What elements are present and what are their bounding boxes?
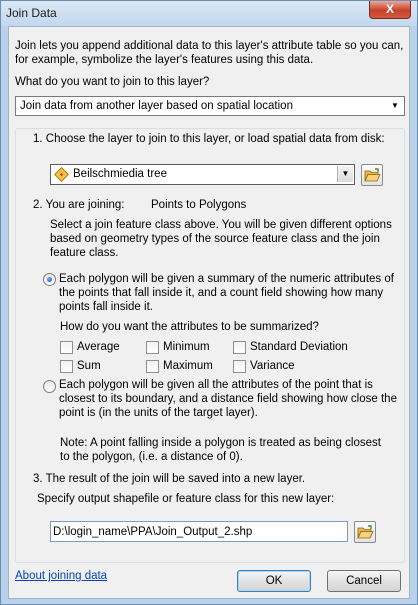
output-path-input[interactable] <box>53 524 345 539</box>
close-button[interactable]: X <box>369 1 411 19</box>
intro-text: Join lets you append additional data to … <box>15 40 404 66</box>
minimum-checkbox[interactable] <box>146 341 159 354</box>
output-path-field[interactable] <box>50 521 348 542</box>
chevron-down-icon[interactable]: ▼ <box>387 98 403 114</box>
browse-layer-button[interactable] <box>361 164 383 186</box>
standard-deviation-checkbox[interactable] <box>233 341 246 354</box>
sum-checkbox[interactable] <box>60 360 73 373</box>
chevron-down-icon[interactable]: ▼ <box>337 166 353 182</box>
closest-note: Note: A point falling inside a polygon i… <box>60 437 381 463</box>
about-joining-link[interactable]: About joining data <box>15 570 107 582</box>
join-data-dialog: Join Data X Join lets you append additio… <box>0 0 418 605</box>
join-type-value: Join data from another layer based on sp… <box>20 100 293 112</box>
maximum-label[interactable]: Maximum <box>163 360 213 372</box>
title-bar[interactable]: Join Data X <box>1 1 417 26</box>
cancel-button[interactable]: Cancel <box>327 570 401 592</box>
window-title: Join Data <box>6 6 57 20</box>
step2-description: Select a join feature class above. You w… <box>50 219 392 259</box>
average-label[interactable]: Average <box>77 341 120 353</box>
minimum-label[interactable]: Minimum <box>163 341 210 353</box>
join-layer-value: Beilschmiedia tree <box>73 168 167 180</box>
point-layer-icon <box>54 167 69 182</box>
folder-open-icon <box>357 525 374 539</box>
maximum-checkbox[interactable] <box>146 360 159 373</box>
browse-output-button[interactable] <box>354 521 376 543</box>
join-type-dropdown[interactable]: Join data from another layer based on sp… <box>15 96 405 116</box>
variance-checkbox[interactable] <box>233 360 246 373</box>
join-layer-dropdown[interactable]: Beilschmiedia tree ▼ <box>50 164 355 185</box>
summary-option-label[interactable]: Each polygon will be given a summary of … <box>59 272 399 314</box>
output-label: Specify output shapefile or feature clas… <box>37 493 335 505</box>
sum-label[interactable]: Sum <box>77 360 101 372</box>
folder-open-icon <box>364 168 381 182</box>
closest-option-label[interactable]: Each polygon will be given all the attri… <box>59 378 399 420</box>
step3-label: 3. The result of the join will be saved … <box>33 473 306 485</box>
standard-deviation-label[interactable]: Standard Deviation <box>250 341 348 353</box>
ok-button[interactable]: OK <box>237 570 311 592</box>
variance-label[interactable]: Variance <box>250 360 295 372</box>
summarize-label: How do you want the attributes to be sum… <box>60 321 319 333</box>
closest-option-radio[interactable] <box>43 380 56 393</box>
average-checkbox[interactable] <box>60 341 73 354</box>
dialog-body: Join lets you append additional data to … <box>8 26 410 599</box>
joining-type-value: Points to Polygons <box>151 199 247 211</box>
summary-option-radio[interactable] <box>43 273 56 286</box>
join-question-label: What do you want to join to this layer? <box>15 76 210 88</box>
step1-label: 1. Choose the layer to join to this laye… <box>33 133 385 145</box>
step2-label: 2. You are joining: <box>33 199 125 211</box>
